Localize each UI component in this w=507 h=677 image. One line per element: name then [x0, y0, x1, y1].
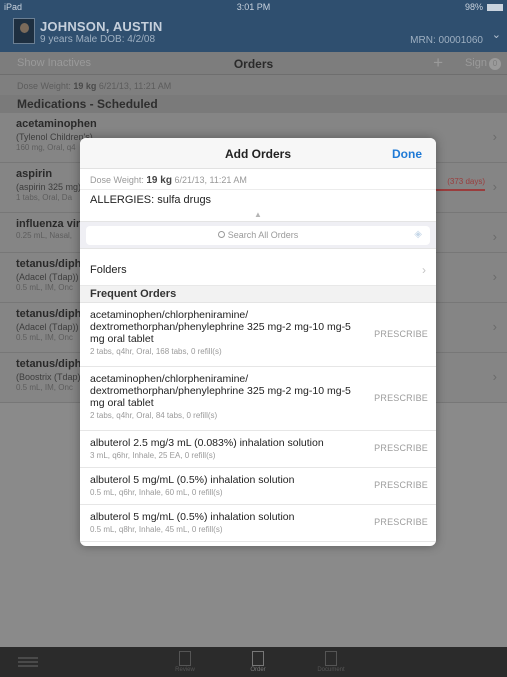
order-name: acetaminophen/chlorpheniramine/ dextrome… [90, 309, 351, 345]
search-icon [217, 231, 225, 238]
order-row[interactable]: acetaminophen/chlorpheniramine/ dextrome… [80, 367, 436, 431]
patient-avatar [13, 18, 35, 44]
modal-dose-weight: Dose Weight: 19 kg 6/21/13, 11:21 AM [90, 175, 247, 186]
allergies-text: ALLERGIES: sulfa drugs [90, 194, 212, 206]
prescribe-button[interactable]: PRESCRIBE [374, 443, 428, 453]
divider [80, 189, 436, 190]
folders-row[interactable]: Folders › [80, 256, 436, 286]
add-orders-modal: Add Orders Done Dose Weight: 19 kg 6/21/… [80, 138, 436, 546]
prescribe-button[interactable]: PRESCRIBE [374, 393, 428, 403]
section-header-medications: Medications - Scheduled [0, 95, 507, 113]
done-button[interactable]: Done [392, 147, 422, 161]
scan-icon[interactable]: ◈ [414, 229, 422, 240]
order-name: acetaminophen/chlorpheniramine/ dextrome… [90, 373, 351, 409]
status-bar: iPad 3:01 PM 98% [0, 0, 507, 14]
collapse-caret-icon[interactable]: ▲ [80, 210, 436, 219]
search-placeholder: Search All Orders [86, 230, 430, 240]
frequent-orders-label: Frequent Orders [90, 288, 177, 300]
document-icon [325, 651, 337, 666]
bottom-tab-bar: Review Order Document [0, 647, 507, 677]
search-bar: Search All Orders ◈ [80, 221, 436, 249]
patient-demographics: 9 years Male DOB: 4/2/08 [40, 34, 156, 45]
page-title: Orders [233, 57, 274, 71]
dose-weight-value: 19 kg [73, 81, 97, 91]
prescribe-button[interactable]: PRESCRIBE [374, 329, 428, 339]
frequent-orders-list: acetaminophen/chlorpheniramine/ dextrome… [80, 303, 436, 542]
sign-count-badge: 0 [489, 58, 501, 70]
chevron-right-icon: › [492, 319, 497, 334]
order-row[interactable]: albuterol 5 mg/mL (0.5%) inhalation solu… [80, 505, 436, 542]
chevron-right-icon: › [492, 369, 497, 384]
tab-review[interactable]: Review [155, 651, 215, 673]
battery-percent: 98% [464, 2, 483, 12]
modal-header: Add Orders Done [80, 138, 436, 169]
dose-weight-bar: Dose Weight: 19 kg 6/21/13, 11:21 AM [0, 75, 507, 95]
battery-icon [487, 4, 503, 11]
order-sheet-icon [252, 651, 264, 666]
dose-weight-value: 19 kg [146, 175, 172, 186]
order-row[interactable]: albuterol 5 mg/mL (0.5%) inhalation solu… [80, 468, 436, 505]
tab-label: Order [250, 667, 266, 673]
modal-title: Add Orders [224, 147, 291, 161]
chevron-down-icon[interactable]: ⌄ [492, 28, 501, 41]
order-name: albuterol 5 mg/mL (0.5%) inhalation solu… [90, 474, 295, 486]
chevron-right-icon: › [492, 229, 497, 244]
patient-name: JOHNSON, AUSTIN [40, 19, 163, 34]
folders-label: Folders [90, 264, 127, 276]
add-order-button[interactable]: + [433, 53, 443, 73]
order-detail: 2 tabs, q4hr, Oral, 168 tabs, 0 refill(s… [90, 347, 222, 356]
dose-weight-label: Dose Weight: [90, 175, 144, 185]
chevron-right-icon: › [492, 129, 497, 144]
tab-document[interactable]: Document [301, 651, 361, 673]
menu-icon[interactable] [18, 657, 38, 667]
dose-weight-date: 6/21/13, 11:21 AM [98, 81, 172, 91]
orders-toolbar: Show Inactives Orders + Sign 0 [0, 52, 507, 75]
search-input[interactable]: Search All Orders ◈ [86, 226, 430, 245]
dose-weight-date: 6/21/13, 11:21 AM [174, 175, 247, 185]
patient-banner[interactable]: JOHNSON, AUSTIN 9 years Male DOB: 4/2/08… [0, 14, 507, 52]
sign-button[interactable]: Sign [465, 57, 487, 69]
chevron-right-icon: › [492, 269, 497, 284]
clipboard-icon [179, 651, 191, 666]
dose-weight-label: Dose Weight: [17, 81, 71, 91]
order-row[interactable]: acetaminophen/chlorpheniramine/ dextrome… [80, 303, 436, 367]
clock: 3:01 PM [236, 2, 271, 12]
prescribe-button[interactable]: PRESCRIBE [374, 517, 428, 527]
order-name: albuterol 2.5 mg/3 mL (0.083%) inhalatio… [90, 437, 324, 449]
tab-order[interactable]: Order [228, 651, 288, 673]
chevron-right-icon: › [422, 263, 426, 277]
frequent-orders-header: Frequent Orders [80, 286, 436, 303]
order-detail: 2 tabs, q4hr, Oral, 84 tabs, 0 refill(s) [90, 411, 218, 420]
overdue-flag: (373 days) [447, 177, 485, 186]
patient-mrn: MRN: 00001060 [410, 35, 483, 46]
tab-label: Review [175, 667, 195, 673]
order-row[interactable]: albuterol 2.5 mg/3 mL (0.083%) inhalatio… [80, 431, 436, 468]
med-name: acetaminophen [16, 118, 97, 130]
order-name: albuterol 5 mg/mL (0.5%) inhalation solu… [90, 511, 295, 523]
prescribe-button[interactable]: PRESCRIBE [374, 480, 428, 490]
tab-label: Document [317, 667, 345, 673]
chevron-right-icon: › [492, 179, 497, 194]
